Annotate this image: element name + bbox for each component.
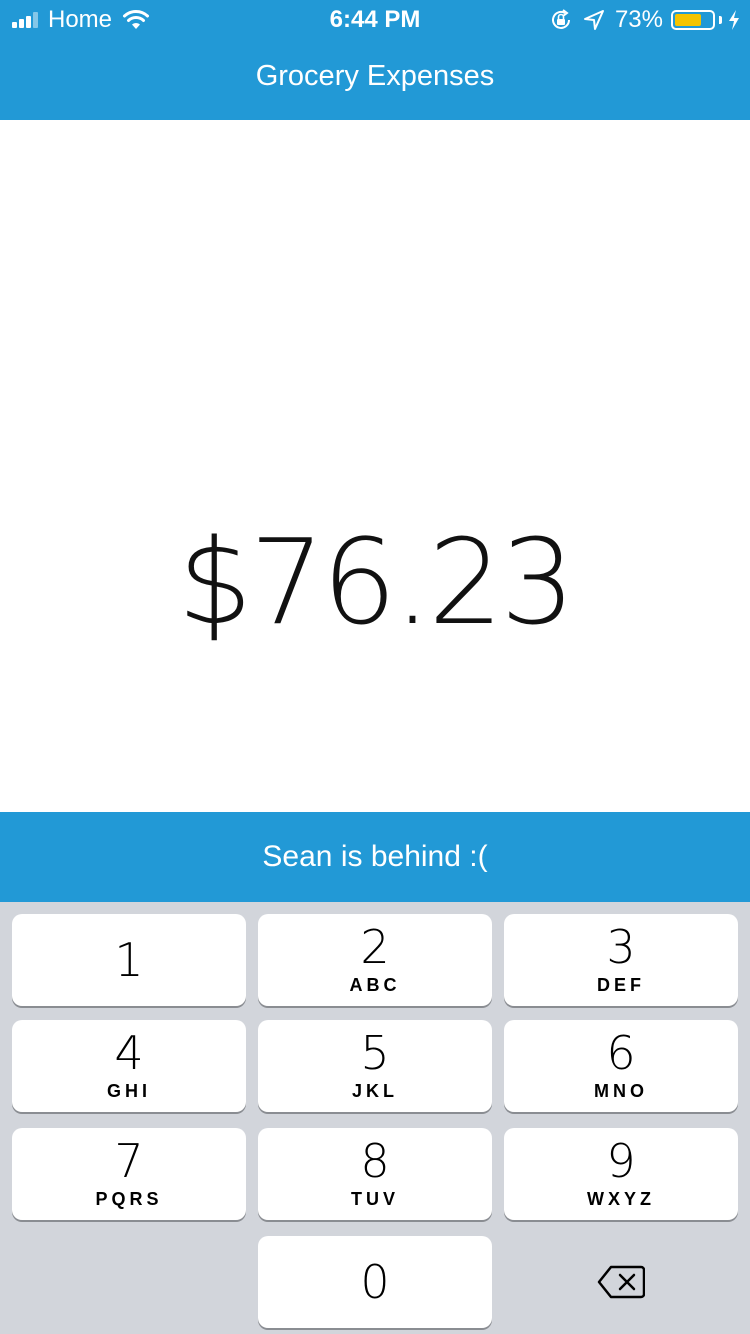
- key-6[interactable]: 6 MNO: [504, 1020, 738, 1112]
- key-digit: 8: [360, 1134, 390, 1188]
- key-letters: WXYZ: [587, 1189, 655, 1209]
- battery-percent: 73%: [614, 6, 663, 33]
- key-8[interactable]: 8 TUV: [258, 1128, 492, 1220]
- key-digit: 2: [360, 920, 390, 974]
- orientation-lock-icon: [549, 8, 573, 32]
- delete-button[interactable]: [504, 1236, 738, 1328]
- status-bar: Home 6:44 PM 73%: [0, 0, 750, 40]
- key-digit: 4: [114, 1026, 144, 1080]
- key-letters: GHI: [106, 1081, 151, 1101]
- key-digit: 1: [114, 933, 144, 987]
- key-letters: JKL: [351, 1081, 398, 1101]
- battery-fill: [675, 14, 702, 26]
- key-digit: 3: [606, 920, 636, 974]
- key-digit: 5: [360, 1026, 390, 1080]
- key-letters: PQRS: [95, 1189, 163, 1209]
- status-right: 73%: [549, 6, 740, 34]
- battery-cap: [719, 16, 722, 24]
- backspace-icon: [597, 1265, 645, 1299]
- key-5[interactable]: 5 JKL: [258, 1020, 492, 1112]
- key-9[interactable]: 9 WXYZ: [504, 1128, 738, 1220]
- charging-bolt-icon: [729, 10, 739, 30]
- amount-area: $76.23: [0, 120, 750, 812]
- key-7[interactable]: 7 PQRS: [12, 1128, 246, 1220]
- location-arrow-icon: [583, 9, 605, 31]
- key-digit: 9: [606, 1134, 636, 1188]
- key-1[interactable]: 1: [12, 914, 246, 1006]
- balance-status-banner: Sean is behind :(: [0, 812, 750, 902]
- page-title: Grocery Expenses: [255, 60, 495, 92]
- key-4[interactable]: 4 GHI: [12, 1020, 246, 1112]
- key-digit: 7: [114, 1134, 144, 1188]
- amount-display: $76.23: [177, 513, 576, 651]
- app-header: Home 6:44 PM 73% Grocery Expenses: [0, 0, 750, 120]
- battery-icon: [671, 10, 715, 30]
- key-3[interactable]: 3 DEF: [504, 914, 738, 1006]
- key-letters: TUV: [351, 1189, 399, 1209]
- key-letters: ABC: [349, 975, 401, 995]
- key-digit: 0: [360, 1255, 390, 1309]
- key-letters: DEF: [597, 975, 645, 995]
- key-0[interactable]: 0: [258, 1236, 492, 1328]
- numeric-keypad: 1 2 ABC 3 DEF 4 GHI 5 JKL 6 MNO 7 PQRS 8…: [0, 902, 750, 1334]
- key-2[interactable]: 2 ABC: [258, 914, 492, 1006]
- key-digit: 6: [606, 1026, 636, 1080]
- key-letters: MNO: [594, 1081, 648, 1101]
